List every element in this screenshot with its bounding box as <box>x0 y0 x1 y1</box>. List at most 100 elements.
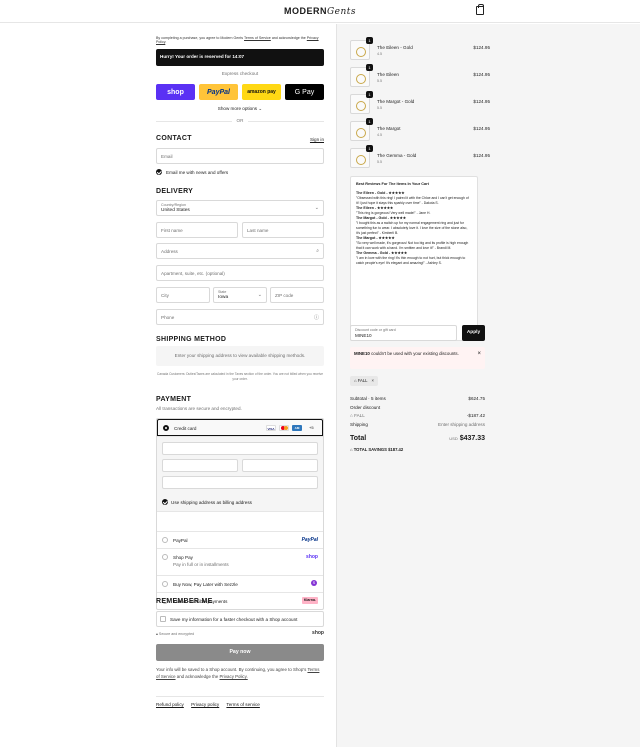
privacy-policy-link[interactable]: Privacy policy <box>191 702 219 707</box>
quantity-badge: 1 <box>366 37 373 44</box>
chevron-down-icon: ⌄ <box>314 205 319 211</box>
discount-error: MINE10 couldn't be used with your existi… <box>350 347 485 369</box>
remember-me-heading: REMEMBER ME <box>156 598 213 605</box>
chevron-down-icon: ⌄ <box>258 106 263 111</box>
terms-notice: By completing a purchase, you agree to M… <box>156 36 319 44</box>
shop-account-note: Your info will be saved to a Shop accoun… <box>156 667 320 679</box>
search-icon: ⌕ <box>316 248 319 254</box>
product-price: $124.95 <box>473 45 490 50</box>
footer-links: Refund policy Privacy policy Terms of se… <box>156 696 324 707</box>
apply-discount-button[interactable]: Apply <box>462 325 485 341</box>
shipping-row: Shipping Enter shipping address <box>350 422 485 427</box>
subtotal-row: Subtotal · 5 items $624.75 <box>350 396 485 401</box>
quantity-badge: 1 <box>366 64 373 71</box>
card-number-field[interactable] <box>162 442 318 455</box>
sezzle-radio[interactable] <box>162 581 168 587</box>
reservation-banner: Hurry! Your order is reserved for 14:07 <box>156 49 324 66</box>
product-size: 5.5 <box>377 106 382 110</box>
paypal-button[interactable]: PayPal <box>199 84 238 100</box>
payment-methods: Credit card VISA AM +5 Use shipping addr… <box>156 418 324 610</box>
billing-same-checkbox[interactable] <box>162 499 168 505</box>
news-checkbox[interactable] <box>156 169 162 175</box>
card-name-field[interactable] <box>162 476 318 489</box>
phone-field[interactable]: Phone ⓘ <box>156 309 324 325</box>
sign-in-link[interactable]: Sign in <box>310 137 324 142</box>
pay-now-button[interactable]: Pay now <box>156 644 324 661</box>
zip-field[interactable]: ZIP code <box>270 287 324 303</box>
review-entry: The Eileen - ★★★★★ "This ring is gorgeous… <box>356 205 431 215</box>
lock-icon: 🔒︎ <box>156 632 158 636</box>
terms-of-service-link[interactable]: Terms of service <box>226 702 259 707</box>
refund-policy-link[interactable]: Refund policy <box>156 702 184 707</box>
close-icon[interactable]: × <box>477 350 481 359</box>
visa-icon: VISA <box>266 425 276 431</box>
product-price: $124.95 <box>473 126 490 131</box>
or-divider: OR <box>156 118 324 123</box>
payment-option-credit-card[interactable]: Credit card VISA AM +5 <box>157 419 323 436</box>
secure-note: 🔒︎ Secure and encrypted <box>156 632 195 636</box>
product-name: The Margot <box>377 126 401 131</box>
amazon-pay-button[interactable]: amazon pay <box>242 84 281 100</box>
state-select[interactable]: State Iowa ⌄ <box>213 287 267 303</box>
card-expiry-field[interactable] <box>162 459 238 472</box>
product-price: $124.95 <box>473 72 490 77</box>
card-form: Use shipping address as billing address <box>157 436 323 532</box>
payment-option-paypal[interactable]: PayPal PayPal <box>157 531 323 548</box>
discount-code-field[interactable]: Discount code or gift card MINE10 <box>350 325 457 341</box>
shop-privacy-link[interactable]: Privacy Policy. <box>220 674 248 679</box>
reviews-title: Best Reviews For The Items In Your Cart <box>356 182 429 186</box>
reviews-box: Best Reviews For The Items In Your Cart … <box>350 176 478 341</box>
payment-heading: PAYMENT <box>156 396 192 403</box>
payment-option-sezzle[interactable]: Buy Now, Pay Later with Sezzle S <box>157 575 323 592</box>
product-size: 4.5 <box>377 133 382 137</box>
address-field[interactable]: Address ⌕ <box>156 243 324 259</box>
product-size: 4.5 <box>377 52 382 56</box>
duties-note: Canada Customers: Duties/Taxes are calcu… <box>157 372 323 381</box>
more-brands-badge: +5 <box>309 425 314 430</box>
google-pay-button[interactable]: G Pay <box>285 84 324 100</box>
card-cvv-field[interactable] <box>242 459 318 472</box>
shopping-bag-icon[interactable] <box>476 4 484 15</box>
product-name: The Margot - Gold <box>377 99 415 104</box>
total-savings: ⌂ TOTAL SAVINGS $187.42 <box>350 447 404 452</box>
terms-link[interactable]: Terms of Service <box>244 36 271 40</box>
card-area-bottom <box>157 511 323 532</box>
shipping-empty-state: Enter your shipping address to view avai… <box>156 346 324 366</box>
express-checkout-label: Express checkout <box>221 71 259 76</box>
help-icon[interactable]: ⓘ <box>314 314 319 321</box>
cart-item: 1 The Eileen - Gold 4.5 $124.95 <box>350 37 624 60</box>
tag-icon: ⌂ <box>350 447 353 452</box>
payment-subtitle: All transactions are secure and encrypte… <box>156 406 242 411</box>
paypal-radio[interactable] <box>162 537 168 543</box>
brand-logo[interactable]: MODERNGents <box>0 6 640 17</box>
contact-heading: CONTACT <box>156 135 192 142</box>
save-info-row[interactable]: Save my information for a faster checkou… <box>156 611 324 627</box>
apartment-field[interactable]: Apartment, suite, etc. (optional) <box>156 265 324 281</box>
city-field[interactable]: City <box>156 287 210 303</box>
cart-item: 1 The Margot - Gold 5.5 $124.95 <box>350 91 624 114</box>
top-header: MODERNGents <box>0 0 640 23</box>
chevron-down-icon: ⌄ <box>257 292 262 298</box>
delivery-heading: DELIVERY <box>156 188 194 195</box>
shipping-method-heading: SHIPPING METHOD <box>156 336 227 343</box>
shop-pay-sub: Pay in full or in installments <box>173 562 229 567</box>
shop-pay-radio[interactable] <box>162 554 168 560</box>
credit-card-radio[interactable] <box>163 425 169 431</box>
first-name-field[interactable]: First name <box>156 222 238 238</box>
total-row: Total USD $437.33 <box>350 435 485 442</box>
cart-item: 1 The Gemma - Gold 5.5 $124.95 <box>350 145 624 168</box>
review-entry: The Eileen - Gold - ★★★★★ "Obsessed with … <box>356 190 469 205</box>
quantity-badge: 1 <box>366 91 373 98</box>
remove-tag-icon[interactable]: × <box>372 378 374 383</box>
product-name: The Gemma - Gold <box>377 153 417 158</box>
email-field[interactable]: Email <box>156 148 324 164</box>
last-name-field[interactable]: Last name <box>242 222 324 238</box>
country-select[interactable]: Country/Region United States ⌄ <box>156 200 324 216</box>
show-more-options-button[interactable]: Show more options ⌄ <box>156 106 324 112</box>
product-size: 5.5 <box>377 160 382 164</box>
save-info-checkbox[interactable] <box>160 616 166 622</box>
cart-item: 1 The Margot 4.5 $124.95 <box>350 118 624 141</box>
payment-option-shop-pay[interactable]: Shop Pay Pay in full or in installments … <box>157 548 323 575</box>
shop-pay-button[interactable]: shop <box>156 84 195 100</box>
order-discount-row: Order discount <box>350 405 381 410</box>
